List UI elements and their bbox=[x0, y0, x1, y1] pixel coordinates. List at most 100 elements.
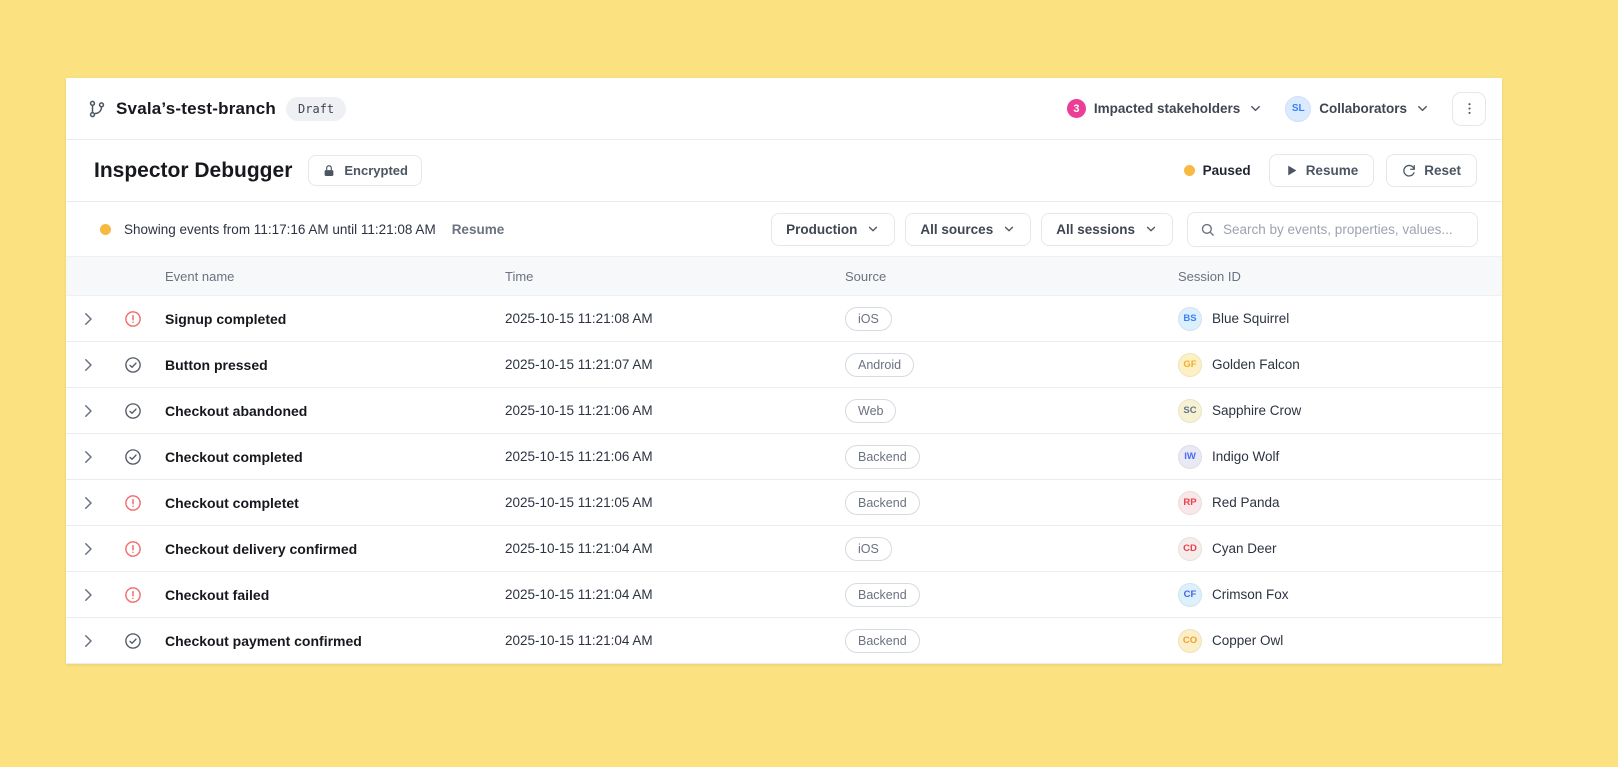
session-avatar: BS bbox=[1178, 306, 1202, 331]
session-name: Crimson Fox bbox=[1212, 587, 1289, 602]
expand-row-chevron-icon[interactable] bbox=[79, 586, 97, 604]
session-name: Sapphire Crow bbox=[1212, 403, 1302, 418]
session-avatar: SC bbox=[1178, 398, 1202, 423]
expand-row-chevron-icon[interactable] bbox=[79, 310, 97, 328]
chevron-down-icon bbox=[869, 226, 878, 232]
expand-row-chevron-icon[interactable] bbox=[79, 632, 97, 650]
kebab-icon bbox=[1467, 103, 1471, 114]
expand-row-chevron-icon[interactable] bbox=[79, 448, 97, 466]
inspector-debugger-panel: Svala’s-test-branch Draft 3 Impacted sta… bbox=[66, 78, 1502, 664]
event-name: Checkout payment confirmed bbox=[165, 632, 362, 649]
chevron-down-icon bbox=[1251, 105, 1261, 112]
chevron-down-icon bbox=[1418, 105, 1427, 112]
event-name: Checkout abandoned bbox=[165, 402, 308, 419]
expand-row-chevron-icon[interactable] bbox=[79, 356, 97, 374]
resume-button-label: Resume bbox=[1305, 163, 1359, 178]
sources-value: All sources bbox=[920, 221, 994, 237]
event-row[interactable]: Checkout delivery confirmed 2025-10-15 1… bbox=[66, 526, 1502, 572]
event-row[interactable]: Signup completed 2025-10-15 11:21:08 AM … bbox=[66, 296, 1502, 342]
event-row[interactable]: Checkout abandoned 2025-10-15 11:21:06 A… bbox=[66, 388, 1502, 434]
status-indicator: Paused bbox=[1183, 163, 1251, 178]
search-icon bbox=[1201, 223, 1214, 236]
encrypted-button[interactable]: Encrypted bbox=[308, 155, 422, 186]
branch-group: Svala’s-test-branch Draft bbox=[88, 96, 347, 121]
branch-name: Svala’s-test-branch bbox=[116, 98, 277, 118]
event-name: Checkout failed bbox=[165, 586, 270, 603]
play-icon bbox=[1287, 165, 1297, 176]
success-check-icon bbox=[125, 356, 141, 373]
source-badge: iOS bbox=[845, 536, 892, 561]
error-icon bbox=[125, 494, 141, 511]
column-header-time: Time bbox=[505, 268, 534, 284]
source-badge: Web bbox=[845, 398, 897, 423]
page-title: Inspector Debugger bbox=[94, 158, 293, 182]
collaborators-menu[interactable]: SL Collaborators bbox=[1285, 95, 1430, 122]
events-table-body: Signup completed 2025-10-15 11:21:08 AM … bbox=[66, 296, 1502, 664]
error-icon bbox=[125, 586, 141, 603]
filter-bar: Showing events from 11:17:16 AM until 11… bbox=[66, 202, 1502, 256]
expand-row-chevron-icon[interactable] bbox=[79, 494, 97, 512]
environment-dropdown[interactable]: Production bbox=[771, 212, 896, 246]
source-badge: Backend bbox=[845, 628, 920, 653]
error-icon bbox=[125, 540, 141, 557]
stakeholders-count-badge: 3 bbox=[1066, 99, 1086, 118]
event-row[interactable]: Checkout failed 2025-10-15 11:21:04 AM B… bbox=[66, 572, 1502, 618]
expand-row-chevron-icon[interactable] bbox=[79, 540, 97, 558]
session-avatar: CO bbox=[1178, 628, 1202, 653]
event-row[interactable]: Checkout completet 2025-10-15 11:21:05 A… bbox=[66, 480, 1502, 526]
session-name: Red Panda bbox=[1212, 495, 1280, 510]
event-time: 2025-10-15 11:21:07 AM bbox=[505, 357, 653, 372]
event-name: Checkout completet bbox=[165, 494, 299, 511]
session-name: Cyan Deer bbox=[1212, 541, 1277, 556]
stakeholders-label: Impacted stakeholders bbox=[1093, 101, 1241, 116]
debugger-toolbar: Inspector Debugger Encrypted Paused Resu… bbox=[66, 140, 1502, 202]
session-avatar: CD bbox=[1178, 536, 1202, 561]
sources-dropdown[interactable]: All sources bbox=[905, 212, 1032, 246]
more-options-button[interactable] bbox=[1452, 91, 1486, 126]
event-row[interactable]: Checkout payment confirmed 2025-10-15 11… bbox=[66, 618, 1502, 664]
reset-icon bbox=[1403, 164, 1416, 177]
expand-row-chevron-icon[interactable] bbox=[79, 402, 97, 420]
event-time: 2025-10-15 11:21:04 AM bbox=[505, 541, 653, 556]
session-name: Blue Squirrel bbox=[1212, 311, 1290, 326]
success-check-icon bbox=[125, 402, 141, 419]
success-check-icon bbox=[125, 632, 141, 649]
event-name: Button pressed bbox=[165, 356, 268, 373]
resume-link[interactable]: Resume bbox=[452, 222, 505, 237]
branch-header: Svala’s-test-branch Draft 3 Impacted sta… bbox=[66, 78, 1502, 140]
paused-dot bbox=[1183, 165, 1195, 176]
source-badge: Backend bbox=[845, 444, 920, 469]
session-avatar: GF bbox=[1178, 352, 1202, 377]
event-time: 2025-10-15 11:21:06 AM bbox=[505, 449, 653, 464]
event-row[interactable]: Button pressed 2025-10-15 11:21:07 AM An… bbox=[66, 342, 1502, 388]
paused-label: Paused bbox=[1202, 163, 1251, 178]
event-name: Signup completed bbox=[165, 310, 287, 327]
error-icon bbox=[125, 310, 141, 327]
event-name: Checkout completed bbox=[165, 448, 303, 465]
event-time: 2025-10-15 11:21:04 AM bbox=[505, 587, 653, 602]
source-badge: Android bbox=[845, 352, 915, 377]
environment-value: Production bbox=[786, 221, 858, 237]
source-badge: Backend bbox=[845, 490, 920, 515]
session-name: Indigo Wolf bbox=[1212, 449, 1280, 464]
search-input[interactable] bbox=[1223, 221, 1465, 237]
draft-badge: Draft bbox=[286, 96, 347, 121]
chevron-down-icon bbox=[1005, 226, 1014, 232]
event-time: 2025-10-15 11:21:06 AM bbox=[505, 403, 653, 418]
table-header: Event name Time Source Session ID bbox=[66, 256, 1502, 296]
event-row[interactable]: Checkout completed 2025-10-15 11:21:06 A… bbox=[66, 434, 1502, 480]
sessions-dropdown[interactable]: All sessions bbox=[1041, 212, 1173, 246]
reset-button[interactable]: Reset bbox=[1386, 154, 1477, 187]
source-badge: Backend bbox=[845, 582, 920, 607]
impacted-stakeholders-menu[interactable]: 3 Impacted stakeholders bbox=[1066, 99, 1263, 118]
column-header-source: Source bbox=[845, 268, 887, 284]
event-time: 2025-10-15 11:21:05 AM bbox=[505, 495, 653, 510]
column-header-session-id: Session ID bbox=[1178, 268, 1241, 284]
search-box bbox=[1187, 211, 1478, 247]
resume-button[interactable]: Resume bbox=[1268, 154, 1375, 187]
session-name: Copper Owl bbox=[1212, 633, 1284, 648]
success-check-icon bbox=[125, 448, 141, 465]
event-time: 2025-10-15 11:21:08 AM bbox=[505, 311, 653, 326]
showing-events-text: Showing events from 11:17:16 AM until 11… bbox=[124, 221, 436, 237]
collaborators-label: Collaborators bbox=[1319, 101, 1407, 116]
